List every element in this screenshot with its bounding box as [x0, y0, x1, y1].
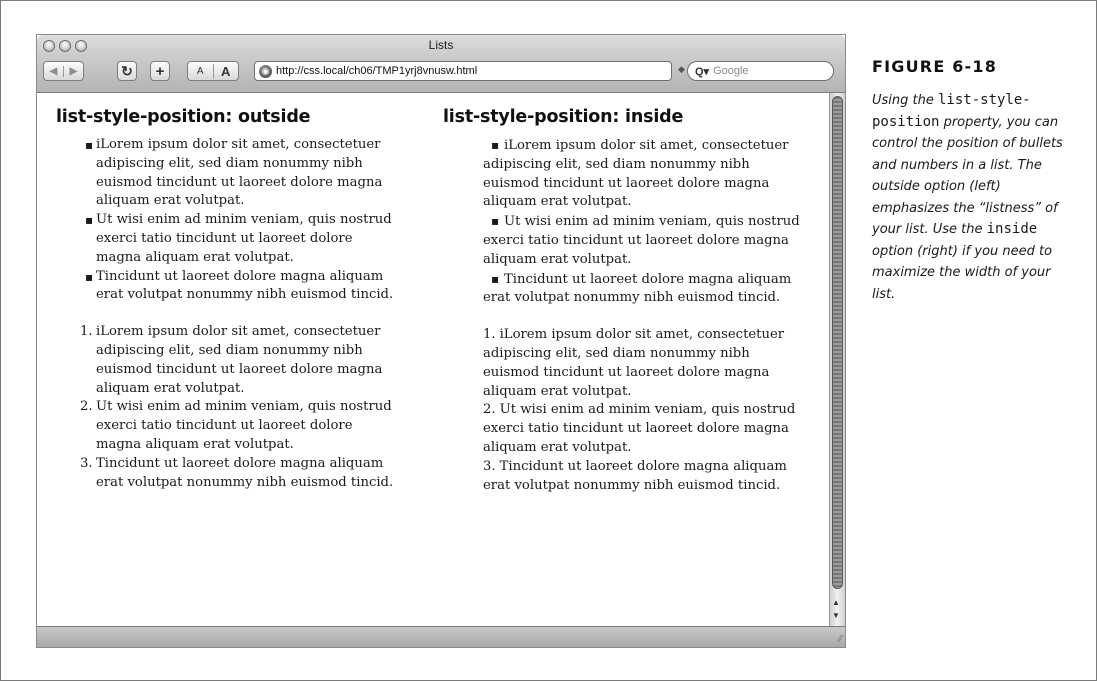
outside-bullet-list: ▪ iLorem ipsum dolor sit amet, consectetu…	[37, 136, 397, 305]
caption-text: option (right) if you need to maximize t…	[872, 243, 1053, 302]
caption-text: property, you can control the position o…	[872, 114, 1063, 238]
figure-label: FIGURE 6-18	[872, 57, 998, 76]
list-item-text: Ut wisi enim ad minim veniam, quis nostr…	[483, 402, 796, 455]
list-item-text: Tincidunt ut laoreet dolore magna aliqua…	[483, 458, 787, 493]
text-smaller-button[interactable]: A	[188, 66, 213, 77]
inside-column: list-style-position: inside ▪ iLorem ipsu…	[443, 107, 803, 495]
text-bigger-button[interactable]: A	[212, 63, 239, 79]
caption-text: Using the	[872, 93, 938, 108]
list-item: ▪ Ut wisi enim ad minim veniam, quis nost…	[37, 211, 397, 267]
bullet-marker: ▪	[491, 214, 500, 229]
search-field[interactable]: Q▾ Google	[687, 61, 834, 81]
number-marker: 1.	[483, 327, 496, 343]
list-item: ▪ iLorem ipsum dolor sit amet, consectetu…	[37, 136, 397, 211]
list-item-text: Tincidunt ut laoreet dolore magna aliqua…	[483, 271, 792, 306]
add-bookmark-button[interactable]: +	[150, 61, 170, 81]
scroll-down-icon[interactable]: ▼	[832, 611, 840, 620]
resize-grip-icon[interactable]: ⁄⁄	[839, 634, 842, 645]
inside-numbered-list: 1. iLorem ipsum dolor sit amet, consectet…	[443, 326, 803, 495]
list-item: ▪ Tincidunt ut laoreet dolore magna aliqu…	[443, 270, 803, 309]
address-bar[interactable]: ◉ http://css.local/ch06/TMP1yrj8vnusw.ht…	[254, 61, 672, 81]
list-item-text: iLorem ipsum dolor sit amet, consectetue…	[96, 137, 383, 209]
window-title: Lists	[428, 38, 454, 52]
list-item: 2. Ut wisi enim ad minim veniam, quis nos…	[443, 401, 803, 457]
list-item-text: Ut wisi enim ad minim veniam, quis nostr…	[96, 399, 392, 452]
status-bar: ⁄⁄	[37, 626, 845, 647]
list-item: 1. iLorem ipsum dolor sit amet, consectet…	[37, 323, 397, 398]
outside-heading: list-style-position: outside	[56, 107, 311, 127]
outside-column: list-style-position: outside ▪ iLorem ips…	[37, 107, 397, 492]
list-item: ▪ iLorem ipsum dolor sit amet, consectetu…	[443, 136, 803, 212]
forward-arrow-icon[interactable]: ▶	[63, 65, 83, 77]
list-item-text: iLorem ipsum dolor sit amet, consectetue…	[96, 324, 383, 396]
inside-bullet-list: ▪ iLorem ipsum dolor sit amet, consectetu…	[443, 136, 803, 308]
address-text[interactable]: http://css.local/ch06/TMP1yrj8vnusw.html	[276, 65, 477, 77]
figure-text: Using the list-style-position property, …	[872, 90, 1072, 305]
list-item: ▪ Tincidunt ut laoreet dolore magna aliqu…	[37, 268, 397, 306]
list-item-text: iLorem ipsum dolor sit amet, consectetue…	[483, 327, 785, 399]
globe-icon: ◉	[259, 64, 272, 78]
list-item: 1. iLorem ipsum dolor sit amet, consectet…	[443, 326, 803, 401]
toolbar: Lists ◀ ▶ ↻ + A A ◉ http://css.local/ch0…	[37, 35, 845, 93]
scroll-up-icon[interactable]: ▲	[832, 598, 840, 607]
number-marker: 3.	[483, 458, 496, 474]
number-marker: 3.	[80, 455, 93, 471]
bullet-marker: ▪	[491, 271, 500, 286]
back-arrow-icon[interactable]: ◀	[44, 66, 63, 77]
bullet-marker: ▪	[491, 138, 500, 152]
inside-heading: list-style-position: inside	[443, 107, 684, 127]
bullet-marker: ▪	[85, 213, 94, 228]
vertical-scrollbar[interactable]: ▲ ▼	[829, 93, 845, 626]
list-item: 3. Tincidunt ut laoreet dolore magna aliq…	[37, 455, 397, 493]
list-item-text: Ut wisi enim ad minim veniam, quis nostr…	[96, 212, 392, 265]
caption-code: inside	[986, 221, 1038, 237]
magnifier-icon[interactable]: Q▾	[695, 65, 709, 78]
list-item: 2. Ut wisi enim ad minim veniam, quis nos…	[37, 398, 397, 454]
number-marker: 2.	[483, 402, 496, 418]
scrollbar-thumb[interactable]	[832, 96, 843, 589]
page-content: list-style-position: outside ▪ iLorem ips…	[37, 93, 829, 626]
snapback-icon[interactable]: ◆	[678, 64, 685, 75]
browser-window: Lists ◀ ▶ ↻ + A A ◉ http://css.local/ch0…	[37, 35, 845, 647]
bullet-marker: ▪	[85, 269, 94, 284]
list-item: ▪ Ut wisi enim ad minim veniam, quis nost…	[443, 212, 803, 269]
list-item-text: Tincidunt ut laoreet dolore magna aliqua…	[96, 455, 394, 490]
text-size-group: A A	[187, 61, 239, 81]
number-marker: 1.	[80, 324, 93, 340]
list-item-text: Tincidunt ut laoreet dolore magna aliqua…	[96, 268, 394, 303]
plus-icon: +	[155, 62, 165, 80]
list-item-text: iLorem ipsum dolor sit amet, consectetue…	[483, 138, 789, 210]
reload-icon: ↻	[121, 62, 133, 79]
reload-button[interactable]: ↻	[117, 61, 137, 81]
outside-numbered-list: 1. iLorem ipsum dolor sit amet, consectet…	[37, 323, 397, 492]
figure-caption: FIGURE 6-18 Using the list-style-positio…	[872, 57, 1072, 305]
bullet-marker: ▪	[85, 138, 94, 152]
number-marker: 2.	[80, 399, 93, 415]
back-forward-group: ◀ ▶	[43, 61, 84, 81]
list-item: 3. Tincidunt ut laoreet dolore magna aliq…	[443, 458, 803, 496]
list-item-text: Ut wisi enim ad minim veniam, quis nostr…	[483, 214, 800, 267]
search-placeholder: Google	[713, 65, 749, 77]
